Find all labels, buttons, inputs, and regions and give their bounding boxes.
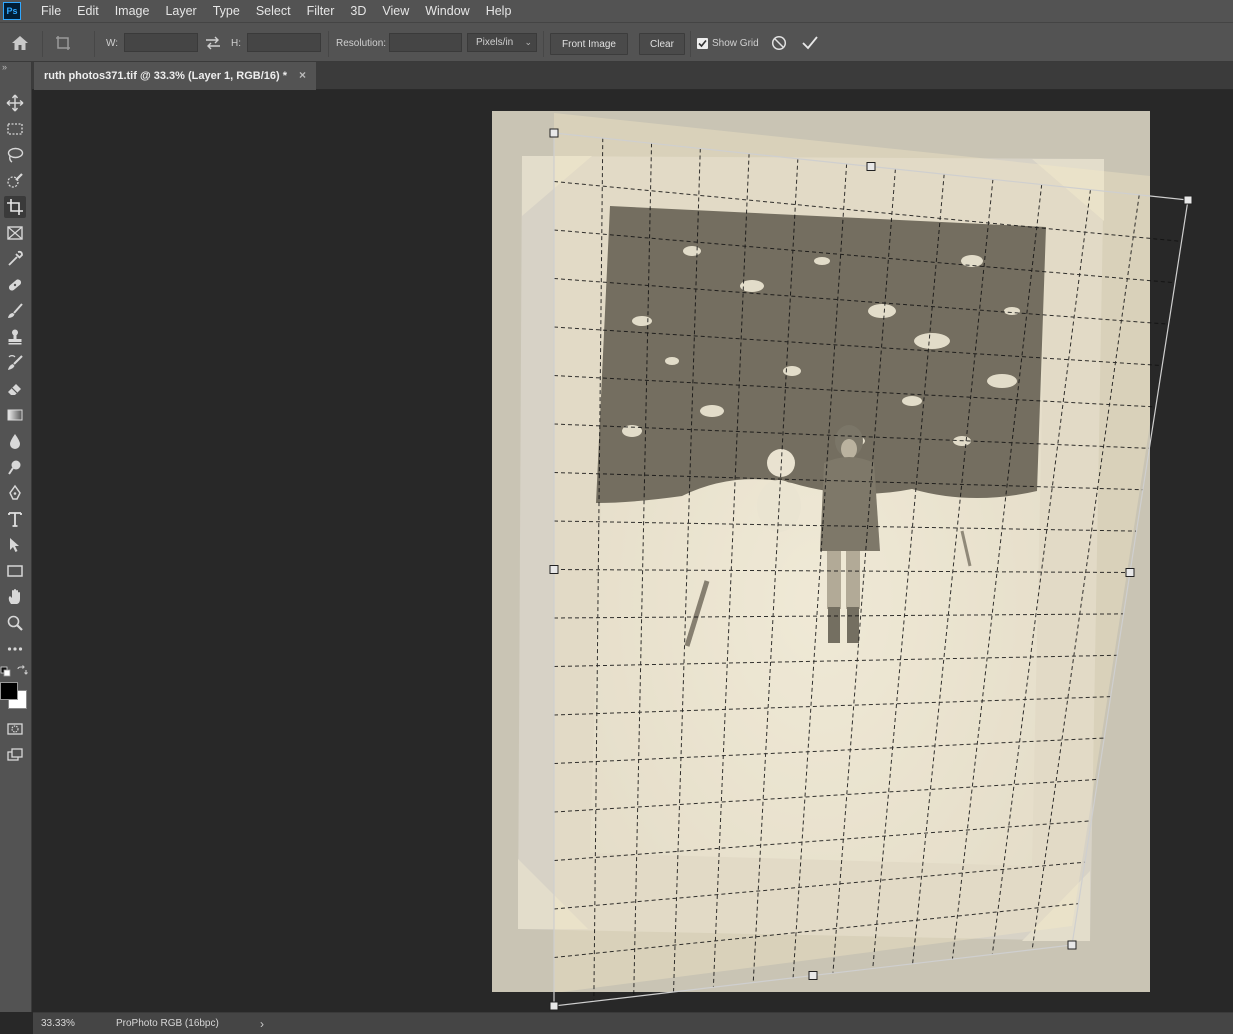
grid-line-vertical — [912, 179, 994, 964]
crop-handle-top-left[interactable] — [549, 128, 559, 138]
history-brush-tool-icon[interactable] — [4, 352, 26, 374]
frame-tool-icon[interactable] — [4, 222, 26, 244]
menu-bar: Ps File Edit Image Layer Type Select Fil… — [0, 0, 1233, 22]
default-colors-icon[interactable] — [0, 666, 12, 678]
front-image-button[interactable]: Front Image — [550, 33, 628, 55]
clear-button[interactable]: Clear — [639, 33, 685, 55]
height-field[interactable] — [247, 33, 321, 52]
options-bar: W: H: Resolution: Pixels/in ⌄ Front Imag… — [0, 22, 1233, 62]
lasso-tool-icon[interactable] — [4, 144, 26, 166]
crop-handle-left[interactable] — [549, 565, 559, 574]
crop-handle-top-right[interactable] — [1183, 195, 1193, 205]
menu-type[interactable]: Type — [205, 0, 248, 22]
chevron-down-icon: ⌄ — [524, 37, 532, 47]
eraser-tool-icon[interactable] — [4, 378, 26, 400]
pen-tool-icon[interactable] — [4, 482, 26, 504]
grid-line-horizontal — [553, 737, 1105, 764]
close-icon[interactable]: × — [299, 68, 306, 82]
menu-select[interactable]: Select — [248, 0, 299, 22]
resolution-label: Resolution: — [336, 37, 387, 49]
menu-help[interactable]: Help — [478, 0, 520, 22]
width-label: W: — [106, 37, 119, 49]
crop-handle-bottom-left[interactable] — [549, 1001, 559, 1011]
menu-filter[interactable]: Filter — [299, 0, 343, 22]
crop-handle-top[interactable] — [866, 162, 876, 171]
foreground-color-swatch[interactable] — [0, 682, 18, 700]
perspective-crop-grid[interactable] — [33, 90, 1233, 1012]
show-grid-toggle[interactable]: Show Grid — [697, 33, 767, 53]
status-menu-arrow-icon[interactable]: › — [260, 1017, 264, 1031]
screen-mode-icon[interactable] — [4, 744, 26, 766]
rectangle-tool-icon[interactable] — [4, 560, 26, 582]
menu-3d[interactable]: 3D — [342, 0, 374, 22]
menu-window[interactable]: Window — [417, 0, 477, 22]
grid-line-horizontal — [553, 778, 1098, 813]
grid-line-horizontal — [553, 472, 1143, 491]
grid-line-horizontal — [553, 520, 1137, 532]
cancel-icon[interactable] — [771, 33, 791, 53]
perspective-crop-icon[interactable] — [54, 33, 78, 53]
grid-line-horizontal — [553, 861, 1085, 910]
tools-panel: » — [0, 62, 32, 1012]
swap-icon[interactable] — [204, 33, 224, 53]
home-icon[interactable] — [10, 33, 34, 53]
document-tab-title: ruth photos371.tif @ 33.3% (Layer 1, RGB… — [44, 70, 288, 82]
gradient-tool-icon[interactable] — [4, 404, 26, 426]
crop-handle-bottom-right[interactable] — [1067, 940, 1077, 950]
grid-line-horizontal — [553, 569, 1131, 573]
eyedropper-tool-icon[interactable] — [4, 248, 26, 270]
grid-line-horizontal — [553, 696, 1111, 716]
checkmark-icon[interactable] — [801, 33, 821, 53]
blur-tool-icon[interactable] — [4, 430, 26, 452]
perspective-crop-tool-icon[interactable] — [4, 196, 26, 218]
units-value: Pixels/in — [476, 37, 514, 48]
quick-selection-tool-icon[interactable] — [4, 170, 26, 192]
type-tool-icon[interactable] — [4, 508, 26, 530]
document-profile: ProPhoto RGB (16bpc) — [116, 1018, 219, 1029]
grid-line-horizontal — [553, 229, 1176, 284]
zoom-level[interactable]: 33.33% — [33, 1018, 83, 1029]
document-tab[interactable]: ruth photos371.tif @ 33.3% (Layer 1, RGB… — [34, 62, 316, 90]
zoom-tool-icon[interactable] — [4, 612, 26, 634]
move-tool-icon[interactable] — [4, 92, 26, 114]
hand-tool-icon[interactable] — [4, 586, 26, 608]
menu-image[interactable]: Image — [107, 0, 158, 22]
height-label: H: — [231, 37, 241, 49]
menu-layer[interactable]: Layer — [157, 0, 204, 22]
grid-line-horizontal — [553, 326, 1163, 367]
menu-edit[interactable]: Edit — [69, 0, 107, 22]
document-tab-bar: ruth photos371.tif @ 33.3% (Layer 1, RGB… — [32, 62, 1233, 90]
menu-view[interactable]: View — [374, 0, 417, 22]
path-selection-tool-icon[interactable] — [4, 534, 26, 556]
grid-line-horizontal — [553, 903, 1079, 958]
healing-brush-tool-icon[interactable] — [4, 274, 26, 296]
grid-line-horizontal — [553, 613, 1124, 619]
width-field[interactable] — [124, 33, 198, 52]
units-dropdown[interactable]: Pixels/in ⌄ — [467, 33, 537, 52]
marquee-tool-icon[interactable] — [4, 118, 26, 140]
photoshop-logo-icon: Ps — [3, 2, 21, 20]
grid-line-horizontal — [553, 820, 1092, 861]
swap-colors-icon[interactable] — [16, 665, 28, 677]
crop-handle-right[interactable] — [1125, 568, 1135, 577]
canvas-area[interactable] — [33, 90, 1233, 1012]
menu-file[interactable]: File — [33, 0, 69, 22]
resolution-field[interactable] — [389, 33, 462, 52]
grid-line-horizontal — [553, 654, 1118, 667]
show-grid-label: Show Grid — [712, 37, 759, 49]
crop-handle-bottom[interactable] — [808, 971, 818, 980]
clone-stamp-tool-icon[interactable] — [4, 326, 26, 348]
status-bar: 33.33% ProPhoto RGB (16bpc) › — [33, 1012, 1233, 1034]
dodge-tool-icon[interactable] — [4, 456, 26, 478]
more-tools-icon[interactable] — [4, 638, 26, 660]
show-grid-checkbox[interactable] — [697, 37, 708, 49]
brush-tool-icon[interactable] — [4, 300, 26, 322]
panel-grip-icon[interactable]: » — [0, 62, 32, 76]
quick-mask-icon[interactable] — [4, 718, 26, 740]
